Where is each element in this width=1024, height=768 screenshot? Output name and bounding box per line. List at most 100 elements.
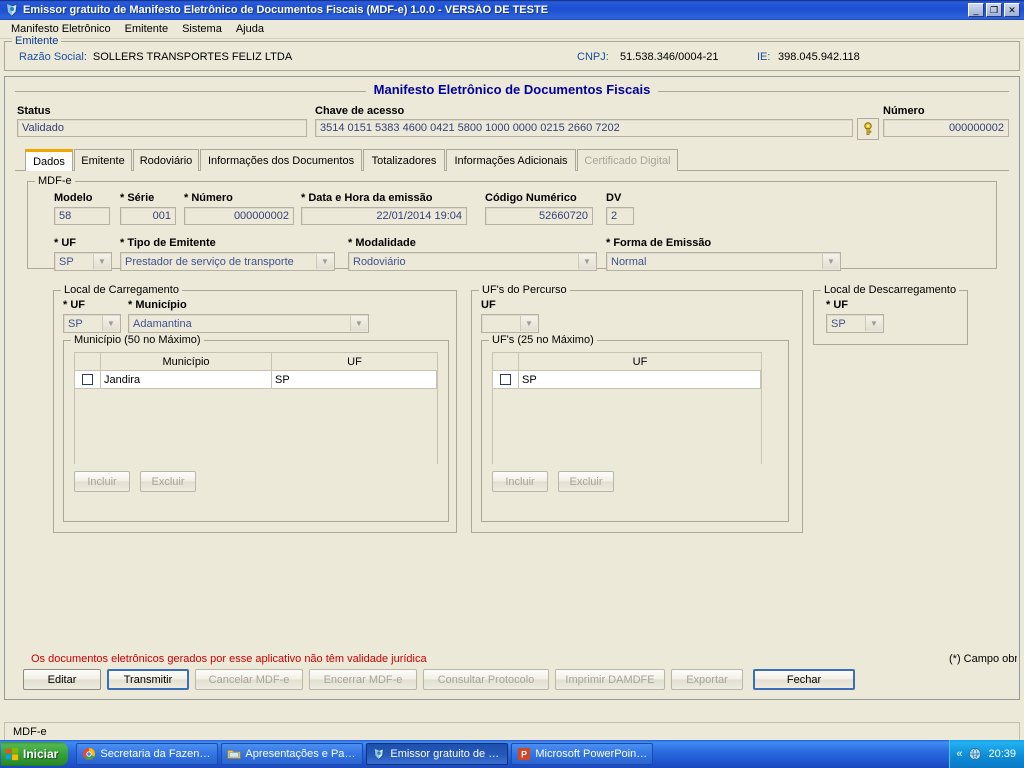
municipio-table-legend: Município (50 no Máximo)	[71, 334, 204, 346]
ufs-row-checkbox-cell[interactable]	[493, 371, 519, 388]
descarregamento-uf-value: SP	[831, 318, 846, 330]
municipio-incluir-button[interactable]: Incluir	[74, 471, 130, 492]
data-hora-emissao-input[interactable]: 22/01/2014 19:04	[301, 207, 467, 225]
campo-obrigatorio-note: (*) Campo obrigatório	[949, 653, 1017, 665]
local-carregamento-fieldset: Local de Carregamento * UF SP ▼ * Municí…	[53, 284, 457, 533]
taskbar-item-emissor-mdfe[interactable]: Emissor gratuito de M...	[366, 743, 509, 765]
key-icon	[864, 122, 872, 135]
menu-item-sistema[interactable]: Sistema	[175, 21, 229, 37]
cnpj-value: 51.538.346/0004-21	[620, 51, 719, 63]
carregamento-uf-combo[interactable]: SP ▼	[63, 314, 121, 333]
descarregamento-uf-combo[interactable]: SP ▼	[826, 314, 884, 333]
numero-input[interactable]: 000000002	[883, 119, 1009, 137]
transmitir-button[interactable]: Transmitir	[107, 669, 189, 690]
status-field-label: Status	[17, 105, 51, 117]
fechar-button[interactable]: Fechar	[753, 669, 855, 690]
numero-label: Número	[883, 105, 925, 117]
taskbar-item-chrome[interactable]: Secretaria da Fazenda | ...	[76, 743, 219, 765]
dv-input[interactable]: 2	[606, 207, 634, 225]
start-button[interactable]: Iniciar	[1, 742, 69, 766]
ufs-incluir-button[interactable]: Incluir	[492, 471, 548, 492]
codigo-numerico-label: Código Numérico	[485, 192, 577, 204]
key-icon-button[interactable]	[857, 118, 879, 140]
modelo-input[interactable]: 58	[54, 207, 110, 225]
restore-button[interactable]: ❐	[986, 3, 1002, 17]
imprimir-damdfe-button[interactable]: Imprimir DAMDFE	[555, 669, 665, 690]
app-status-bar: MDF-e	[4, 722, 1020, 741]
tab-emitente[interactable]: Emitente	[74, 149, 132, 171]
ufs-table-header: UF	[493, 353, 761, 371]
cancelar-mdfe-button[interactable]: Cancelar MDF-e	[195, 669, 303, 690]
taskbar-buttons: Secretaria da Fazenda | ... Apresentaçõe…	[76, 743, 654, 765]
chevron-down-icon: ▼	[822, 254, 839, 269]
cnpj-label: CNPJ:	[577, 51, 609, 63]
table-row[interactable]: Jandira SP	[75, 371, 437, 389]
municipio-col-check	[75, 353, 101, 370]
tray-clock[interactable]: 20:39	[988, 748, 1016, 760]
menu-item-emitente[interactable]: Emitente	[118, 21, 175, 37]
minimize-button[interactable]: _	[968, 3, 984, 17]
taskbar-item-label: Microsoft PowerPoint - [...	[535, 748, 647, 760]
close-button[interactable]: ✕	[1004, 3, 1020, 17]
tab-totalizadores[interactable]: Totalizadores	[363, 149, 445, 171]
serie-input[interactable]: 001	[120, 207, 176, 225]
forma-emissao-combo-value: Normal	[611, 256, 647, 268]
table-row[interactable]: SP	[493, 371, 761, 389]
globe-icon	[969, 747, 982, 761]
modalidade-combo[interactable]: Rodoviário ▼	[348, 252, 597, 271]
row-checkbox[interactable]	[500, 374, 511, 385]
editar-button[interactable]: Editar	[23, 669, 101, 690]
tab-rodoviario[interactable]: Rodoviário	[133, 149, 199, 171]
municipio-excluir-button[interactable]: Excluir	[140, 471, 196, 492]
carregamento-uf-value: SP	[68, 318, 83, 330]
data-hora-emissao-label: * Data e Hora da emissão	[301, 192, 433, 204]
legal-warning-text: Os documentos eletrônicos gerados por es…	[31, 653, 427, 665]
ufs-col-uf: UF	[632, 355, 648, 368]
tab-dados[interactable]: Dados	[25, 149, 73, 171]
municipio-table[interactable]: Município UF Jandira SP	[74, 352, 438, 466]
menu-item-ajuda[interactable]: Ajuda	[229, 21, 271, 37]
start-button-label: Iniciar	[23, 747, 59, 761]
tab-informacoes-dos-documentos[interactable]: Informações dos Documentos	[200, 149, 362, 171]
numero-mdfe-input[interactable]: 000000002	[184, 207, 294, 225]
ufs-excluir-button[interactable]: Excluir	[558, 471, 614, 492]
chave-acesso-input[interactable]: 3514 0151 5383 4600 0421 5800 1000 0000 …	[315, 119, 853, 137]
serie-label: * Série	[120, 192, 155, 204]
dv-label: DV	[606, 192, 622, 204]
app-icon	[4, 2, 20, 18]
municipio-table-fieldset: Município (50 no Máximo) Município UF Ja…	[63, 334, 449, 522]
powerpoint-icon: P	[518, 747, 531, 761]
status-input[interactable]: Validado	[17, 119, 307, 137]
consultar-protocolo-button[interactable]: Consultar Protocolo	[423, 669, 549, 690]
taskbar-item-powerpoint[interactable]: P Microsoft PowerPoint - [...	[511, 743, 654, 765]
forma-emissao-combo[interactable]: Normal ▼	[606, 252, 841, 271]
municipio-row-checkbox-cell[interactable]	[75, 371, 101, 388]
ufs-table[interactable]: UF SP	[492, 352, 762, 466]
row-checkbox[interactable]	[82, 374, 93, 385]
uf-mdfe-combo[interactable]: SP ▼	[54, 252, 112, 271]
carregamento-municipio-combo[interactable]: Adamantina ▼	[128, 314, 369, 333]
codigo-numerico-input[interactable]: 52660720	[485, 207, 593, 225]
mdfe-icon	[374, 748, 385, 760]
local-carregamento-legend: Local de Carregamento	[61, 284, 182, 296]
carregamento-uf-label: * UF	[63, 299, 85, 311]
taskbar-item-label: Emissor gratuito de M...	[390, 748, 503, 760]
windows-logo-icon	[5, 747, 19, 761]
ufs-row-uf: SP	[519, 371, 761, 388]
chave-acesso-label: Chave de acesso	[315, 105, 405, 117]
exportar-button[interactable]: Exportar	[671, 669, 743, 690]
tabstrip: Dados Emitente Rodoviário Informações do…	[15, 149, 1009, 171]
ufs-table-fieldset: UF's (25 no Máximo) UF SP Incluir Exclui…	[481, 334, 789, 522]
encerrar-mdfe-button[interactable]: Encerrar MDF-e	[309, 669, 417, 690]
municipio-col-uf: UF	[347, 355, 362, 368]
windows-taskbar: Iniciar Secretaria da Fazenda | ... Apr	[0, 740, 1024, 768]
chevron-down-icon: ▼	[865, 316, 882, 331]
emitente-group: Emitente Razão Social: SOLLERS TRANSPORT…	[4, 35, 1020, 71]
emitente-row: Razão Social: SOLLERS TRANSPORTES FELIZ …	[19, 51, 1011, 63]
tray-expand-chevron-icon[interactable]: «	[956, 748, 962, 760]
tab-informacoes-adicionais[interactable]: Informações Adicionais	[446, 149, 576, 171]
razao-social-label: Razão Social:	[19, 51, 87, 63]
taskbar-item-apresentacoes[interactable]: Apresentações e Palestras	[221, 743, 364, 765]
percurso-uf-combo[interactable]: ▼	[481, 314, 539, 333]
tipo-emitente-combo[interactable]: Prestador de serviço de transporte ▼	[120, 252, 335, 271]
